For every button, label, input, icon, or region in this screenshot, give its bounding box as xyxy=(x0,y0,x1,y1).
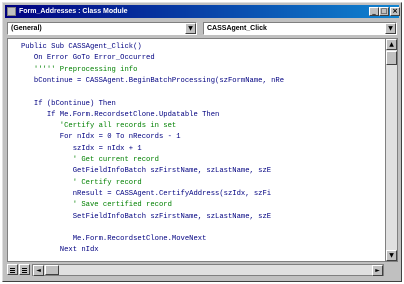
scroll-down-icon[interactable]: ▼ xyxy=(386,250,397,261)
procedure-dropdown-value: CASSAgent_Click xyxy=(207,25,267,32)
vertical-scrollbar[interactable]: ▲ ▼ xyxy=(385,38,398,262)
chevron-down-icon[interactable]: ▼ xyxy=(385,23,396,34)
title-bar[interactable]: Form_Addresses : Class Module _ □ × xyxy=(5,5,400,18)
code-line[interactable]: SetFieldInfoBatch szFirstName, szLastNam… xyxy=(8,213,271,221)
code-line[interactable]: If (bContinue) Then xyxy=(8,100,116,108)
scroll-up-icon[interactable]: ▲ xyxy=(386,39,397,50)
code-line[interactable]: Me.Form.RecordsetClone.MoveNext xyxy=(8,235,207,243)
code-line[interactable]: If Me.Form.RecordsetClone.Updatable Then xyxy=(8,111,220,119)
module-icon xyxy=(7,7,16,16)
code-comment-line[interactable]: ' Certify record xyxy=(8,179,142,187)
code-line[interactable]: GetFieldInfoBatch szFirstName, szLastNam… xyxy=(8,167,271,175)
code-line[interactable]: Next nIdx xyxy=(8,246,99,254)
code-comment-line[interactable]: ' Save certified record xyxy=(8,201,172,209)
horizontal-scroll-thumb[interactable] xyxy=(45,265,59,275)
code-line[interactable]: On Error GoTo Error_Occurred xyxy=(8,54,155,62)
scroll-left-icon[interactable]: ◄ xyxy=(33,265,44,276)
horizontal-scrollbar[interactable]: ◄ ► xyxy=(32,264,384,276)
code-window: Form_Addresses : Class Module _ □ × (Gen… xyxy=(2,2,402,282)
full-module-view-icon xyxy=(22,268,27,269)
close-button[interactable]: × xyxy=(390,7,400,16)
object-dropdown[interactable]: (General) ▼ xyxy=(7,22,197,35)
vertical-scroll-thumb[interactable] xyxy=(386,51,397,65)
code-line[interactable]: bContinue = CASSAgent.BeginBatchProcessi… xyxy=(8,77,284,85)
code-line[interactable]: For nIdx = 0 To nRecords - 1 xyxy=(8,133,181,141)
code-editor[interactable]: Public Sub CASSAgent_Click() On Error Go… xyxy=(7,38,385,262)
bottom-bar: ◄ ► xyxy=(7,263,398,277)
maximize-button[interactable]: □ xyxy=(379,7,389,16)
full-module-view-button[interactable] xyxy=(19,264,30,275)
code-line[interactable]: Public Sub CASSAgent_Click() xyxy=(8,43,142,51)
procedure-view-icon xyxy=(10,268,15,269)
scroll-right-icon[interactable]: ► xyxy=(372,265,383,276)
code-comment-line[interactable]: 'Certify all records in set xyxy=(8,122,176,130)
minimize-button[interactable]: _ xyxy=(369,7,379,16)
procedure-dropdown[interactable]: CASSAgent_Click ▼ xyxy=(203,22,397,35)
window-title: Form_Addresses : Class Module xyxy=(19,8,128,15)
size-grip xyxy=(385,264,398,276)
chevron-down-icon[interactable]: ▼ xyxy=(185,23,196,34)
procedure-view-button[interactable] xyxy=(7,264,18,275)
code-comment-line[interactable]: ' Get current record xyxy=(8,156,159,164)
object-dropdown-value: (General) xyxy=(11,25,42,32)
code-line[interactable]: nResult = CASSAgent.CertifyAddress(szIdx… xyxy=(8,190,271,198)
code-line[interactable]: szIdx = nIdx + 1 xyxy=(8,145,142,153)
code-comment-line[interactable]: ''''' Preprocessing info xyxy=(8,66,138,74)
